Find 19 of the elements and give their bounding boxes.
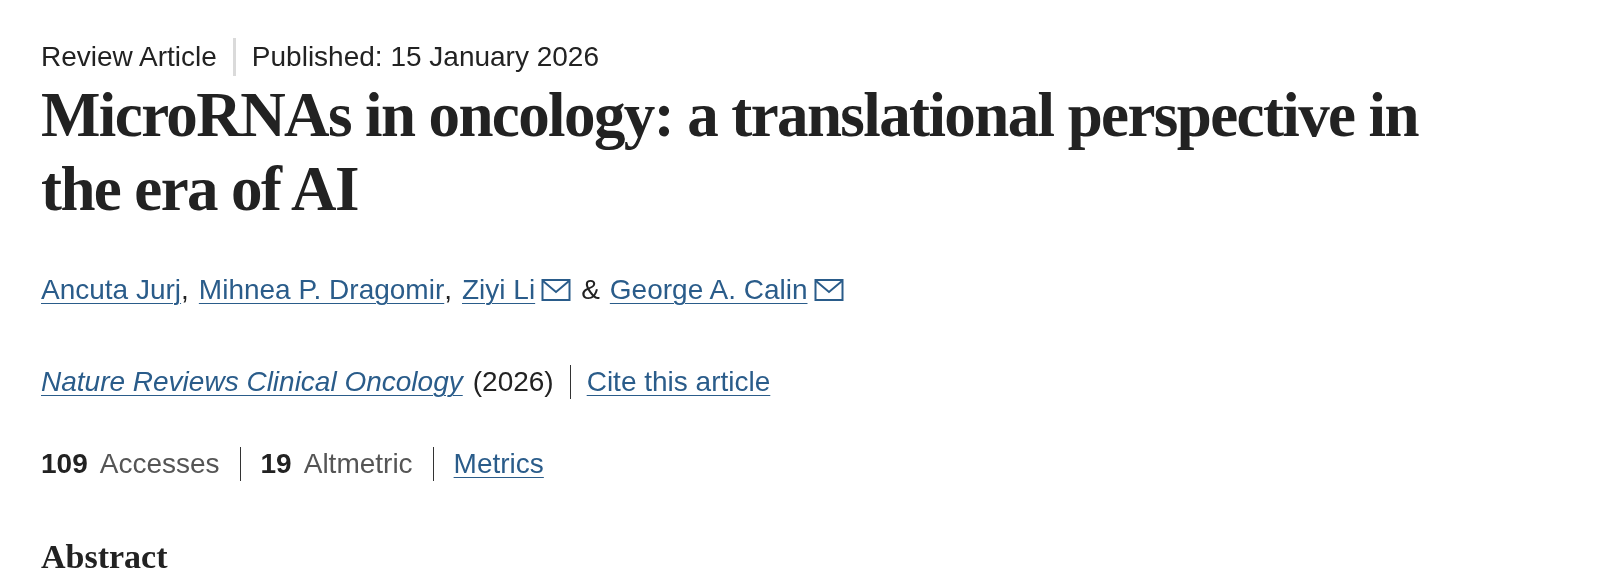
- author-link[interactable]: Mihnea P. Dragomir: [198, 274, 445, 306]
- author-separator: &: [581, 274, 600, 306]
- email-icon[interactable]: [541, 278, 572, 302]
- author-separator: ,: [181, 274, 189, 306]
- email-icon[interactable]: [813, 278, 844, 302]
- section-heading: Abstract: [41, 538, 169, 574]
- publication-year: (2026): [472, 366, 554, 398]
- metric-stat: 19 Altmetric: [260, 448, 413, 480]
- publish-date: Published: 15 January 2026: [251, 41, 599, 73]
- journal-link[interactable]: Nature Reviews Clinical Oncology: [41, 366, 463, 398]
- author-separator: ,: [444, 274, 452, 306]
- metric-stat: 109 Accesses: [41, 448, 220, 480]
- author-link[interactable]: Ancuta Jurj: [41, 274, 182, 306]
- article-type: Review Article: [41, 41, 217, 73]
- cite-link[interactable]: Cite this article: [586, 366, 771, 398]
- article-title: MicroRNAs in oncology: a translational perspective in the era of AI: [41, 79, 1420, 226]
- author-link[interactable]: Ziyi Li: [462, 274, 536, 306]
- metrics-link[interactable]: Metrics: [453, 448, 544, 480]
- author-link[interactable]: George A. Calin: [609, 274, 808, 306]
